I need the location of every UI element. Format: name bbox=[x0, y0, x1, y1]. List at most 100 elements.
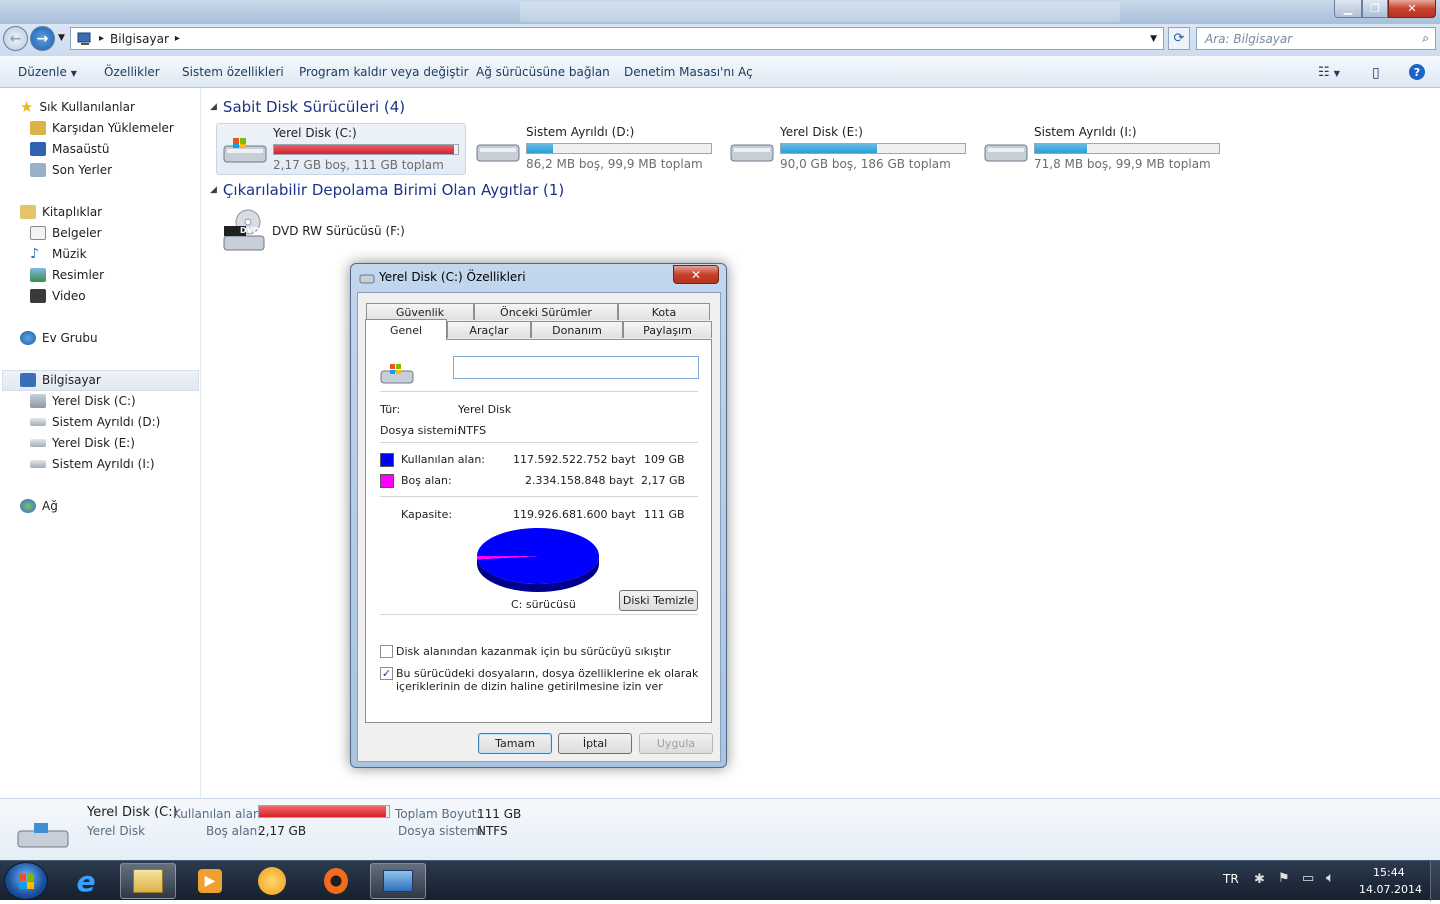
free-space-bytes: 2.334.158.848 bayt bbox=[525, 474, 634, 487]
language-indicator[interactable]: TR bbox=[1223, 872, 1239, 886]
close-button[interactable]: ✕ bbox=[1388, 0, 1436, 18]
taskbar-media-player[interactable]: ▶ bbox=[182, 863, 238, 899]
nav-item-drive-i[interactable]: Sistem Ayrıldı (I:) bbox=[30, 454, 155, 474]
volume-label-input[interactable] bbox=[453, 356, 699, 379]
nav-label: Video bbox=[52, 289, 86, 303]
search-placeholder: Ara: Bilgisayar bbox=[1205, 31, 1293, 46]
map-network-drive-button[interactable]: Ağ sürücüsüne bağlan bbox=[476, 65, 610, 79]
search-icon[interactable]: ⌕ bbox=[1422, 31, 1429, 46]
nav-favorites[interactable]: ★ Sık Kullanılanlar bbox=[20, 97, 135, 117]
show-desktop-button[interactable] bbox=[1430, 861, 1440, 901]
drive-item[interactable]: Sistem Ayrıldı (I:) 71,8 MB boş, 99,9 MB … bbox=[978, 123, 1228, 175]
start-button[interactable] bbox=[4, 862, 48, 900]
disk-usage-pie bbox=[477, 528, 599, 592]
nav-label: Karşıdan Yüklemeler bbox=[52, 121, 174, 135]
volume-icon[interactable]: 🔈︎ bbox=[1326, 870, 1334, 886]
forward-button[interactable]: → bbox=[30, 26, 55, 51]
apply-button[interactable]: Uygula bbox=[639, 733, 713, 754]
open-control-panel-button[interactable]: Denetim Masası'nı Aç bbox=[624, 65, 753, 79]
nav-item-documents[interactable]: Belgeler bbox=[30, 223, 102, 243]
index-label-continued[interactable]: içeriklerinin de dizin haline getirilmes… bbox=[396, 680, 663, 693]
refresh-icon[interactable]: ⟳ bbox=[1168, 27, 1190, 50]
recent-pages-icon[interactable]: ▼ bbox=[58, 33, 65, 43]
view-options-icon[interactable]: ☷ ▼ bbox=[1318, 65, 1340, 80]
drive-name: Yerel Disk (C:) bbox=[273, 126, 357, 140]
group-title: Çıkarılabilir Depolama Birimi Olan Aygıt… bbox=[222, 181, 565, 199]
tab-sharing[interactable]: Paylaşım bbox=[623, 321, 712, 338]
maximize-button[interactable]: ❐ bbox=[1362, 0, 1388, 18]
taskbar-messenger[interactable] bbox=[244, 863, 300, 899]
properties-button[interactable]: Özellikler bbox=[104, 65, 160, 79]
address-dropdown-icon[interactable]: ▼ bbox=[1150, 34, 1157, 44]
windows-logo-icon bbox=[19, 874, 34, 889]
clock-time[interactable]: 15:44 bbox=[1373, 866, 1405, 879]
details-total-label: Toplam Boyut: bbox=[395, 807, 481, 821]
usage-fill bbox=[781, 144, 877, 153]
taskbar-control-panel[interactable] bbox=[370, 863, 426, 899]
nav-item-drive-d[interactable]: Sistem Ayrıldı (D:) bbox=[30, 412, 160, 432]
nav-label: Sistem Ayrıldı (D:) bbox=[52, 415, 161, 429]
back-button[interactable]: ← bbox=[3, 26, 28, 51]
hard-drive-icon bbox=[730, 144, 774, 162]
compress-checkbox[interactable] bbox=[380, 645, 393, 658]
drive-item[interactable]: Yerel Disk (C:) 2,17 GB boş, 111 GB topla… bbox=[216, 123, 466, 175]
nav-item-recent-places[interactable]: Son Yerler bbox=[30, 160, 112, 180]
nav-network[interactable]: Ağ bbox=[20, 496, 58, 516]
collapse-icon[interactable]: ◢ bbox=[210, 102, 217, 112]
nav-item-music[interactable]: ♪ Müzik bbox=[30, 244, 87, 264]
search-input[interactable]: Ara: Bilgisayar ⌕ bbox=[1196, 27, 1436, 50]
nav-item-videos[interactable]: Video bbox=[30, 286, 86, 306]
nav-homegroup[interactable]: Ev Grubu bbox=[20, 328, 98, 348]
collapse-icon[interactable]: ◢ bbox=[210, 185, 217, 195]
tab-general[interactable]: Genel bbox=[365, 319, 447, 340]
tab-security[interactable]: Güvenlik bbox=[366, 303, 474, 320]
command-bar: Düzenle ▼ Özellikler Sistem özellikleri … bbox=[0, 56, 1440, 88]
nav-item-drive-e[interactable]: Yerel Disk (E:) bbox=[30, 433, 135, 453]
nav-item-pictures[interactable]: Resimler bbox=[30, 265, 104, 285]
organize-button[interactable]: Düzenle ▼ bbox=[18, 65, 77, 79]
drive-item[interactable]: Yerel Disk (E:) 90,0 GB boş, 186 GB topla… bbox=[724, 123, 974, 175]
drive-item[interactable]: Sistem Ayrıldı (D:) 86,2 MB boş, 99,9 MB … bbox=[470, 123, 720, 175]
drive-icon bbox=[359, 274, 375, 284]
system-properties-button[interactable]: Sistem özellikleri bbox=[182, 65, 284, 79]
index-checkbox[interactable]: ✓ bbox=[380, 667, 393, 680]
tab-hardware[interactable]: Donanım bbox=[531, 321, 623, 338]
help-icon[interactable]: ? bbox=[1409, 64, 1425, 80]
tab-previous-versions[interactable]: Önceki Sürümler bbox=[474, 303, 618, 320]
compress-label[interactable]: Disk alanından kazanmak için bu sürücüyü… bbox=[396, 645, 671, 658]
taskbar-origin[interactable] bbox=[308, 863, 364, 899]
clock-date[interactable]: 14.07.2014 bbox=[1359, 883, 1422, 896]
uninstall-program-button[interactable]: Program kaldır veya değiştir bbox=[299, 65, 469, 79]
organize-label: Düzenle bbox=[18, 65, 67, 79]
nav-item-drive-c[interactable]: Yerel Disk (C:) bbox=[30, 391, 136, 411]
minimize-button[interactable]: ▁ bbox=[1334, 0, 1362, 18]
nav-computer[interactable]: Bilgisayar bbox=[20, 370, 101, 390]
preview-pane-icon[interactable]: ▯ bbox=[1372, 65, 1380, 81]
tab-tools[interactable]: Araçlar bbox=[447, 321, 531, 338]
taskbar-explorer[interactable] bbox=[120, 863, 176, 899]
nav-item-downloads[interactable]: Karşıdan Yüklemeler bbox=[30, 118, 174, 138]
ok-button[interactable]: Tamam bbox=[478, 733, 552, 754]
group-header-removable[interactable]: ◢ Çıkarılabilir Depolama Birimi Olan Ayg… bbox=[210, 181, 564, 199]
nav-libraries[interactable]: Kitaplıklar bbox=[20, 202, 102, 222]
network-tray-icon[interactable]: ▭ bbox=[1302, 871, 1314, 886]
breadcrumb[interactable]: Bilgisayar bbox=[110, 32, 169, 46]
disk-cleanup-button[interactable]: Diski Temizle bbox=[619, 590, 698, 611]
cancel-button[interactable]: İptal bbox=[558, 733, 632, 754]
dvd-drive-item[interactable]: DVD DVD RW Sürücüsü (F:) bbox=[216, 206, 416, 258]
nav-item-desktop[interactable]: Masaüstü bbox=[30, 139, 109, 159]
dialog-close-button[interactable]: ✕ bbox=[673, 265, 719, 284]
action-center-flag-icon[interactable]: ⚑ bbox=[1278, 871, 1290, 886]
computer-icon bbox=[20, 373, 36, 387]
index-label[interactable]: Bu sürücüdeki dosyaların, dosya özellikl… bbox=[396, 667, 698, 680]
origin-icon bbox=[324, 868, 348, 894]
group-header-hard-drives[interactable]: ◢ Sabit Disk Sürücüleri (4) bbox=[210, 98, 405, 116]
address-bar[interactable]: ▸ Bilgisayar ▸ ▼ bbox=[70, 27, 1164, 50]
bluetooth-tray-icon[interactable]: ✱ bbox=[1254, 872, 1265, 887]
breadcrumb-chevron-icon[interactable]: ▸ bbox=[175, 33, 180, 44]
dialog-body: Güvenlik Önceki Sürümler Kota Genel Araç… bbox=[357, 292, 721, 762]
tab-quota[interactable]: Kota bbox=[618, 303, 710, 320]
taskbar-internet-explorer[interactable]: e bbox=[58, 863, 114, 899]
details-used-label: Kullanılan alan: bbox=[173, 807, 265, 821]
details-free-value: 2,17 GB bbox=[258, 824, 307, 838]
